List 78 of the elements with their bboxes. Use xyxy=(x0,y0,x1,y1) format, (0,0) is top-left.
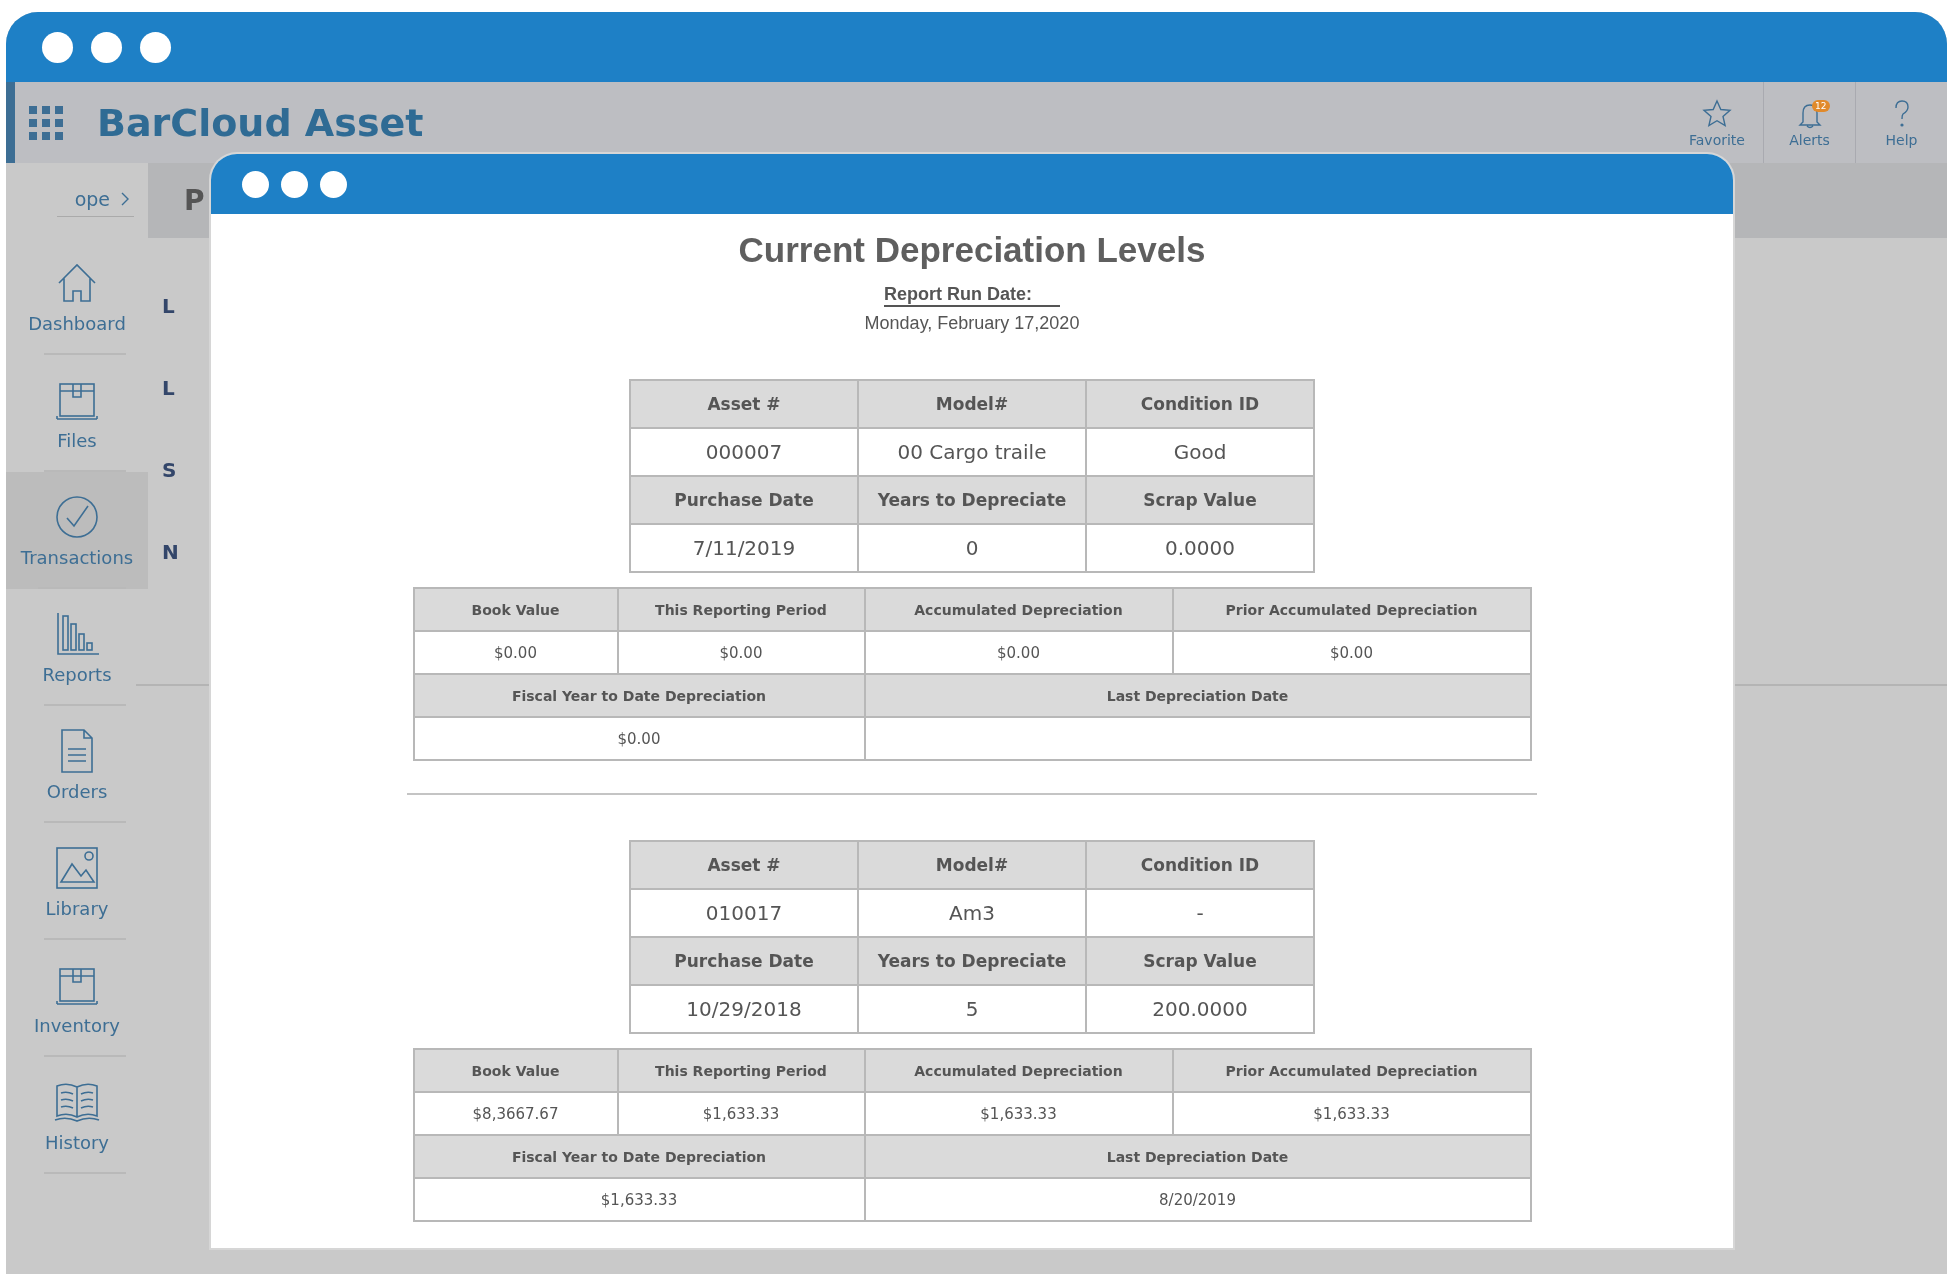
app-title: BarCloud Asset xyxy=(97,100,424,145)
table-cell: $1,633.33 xyxy=(414,1179,864,1220)
column-header: Book Value xyxy=(414,589,617,630)
column-header: Years to Depreciate xyxy=(859,938,1085,984)
table-cell: 7/11/2019 xyxy=(631,525,857,571)
table-cell: $0.00 xyxy=(1173,632,1530,673)
table-cell: 8/20/2019 xyxy=(865,1179,1530,1220)
field-label: L xyxy=(162,376,175,400)
column-header: Purchase Date xyxy=(631,938,857,984)
column-header: Years to Depreciate xyxy=(859,477,1085,523)
picture-icon xyxy=(53,844,101,892)
column-header: Fiscal Year to Date Depreciation xyxy=(414,1136,864,1177)
page-heading: P xyxy=(184,184,205,217)
table-cell: 5 xyxy=(859,986,1085,1032)
table-cell: $8,3667.67 xyxy=(414,1093,617,1134)
column-header: Book Value xyxy=(414,1050,617,1091)
table-cell: $1,633.33 xyxy=(618,1093,864,1134)
star-icon xyxy=(1701,97,1733,130)
sidebar-item[interactable]: Library xyxy=(6,823,148,940)
field-label: L xyxy=(162,294,175,318)
table-cell: 10/29/2018 xyxy=(631,986,857,1032)
column-header: Last Depreciation Date xyxy=(865,675,1530,716)
column-header: Scrap Value xyxy=(1087,477,1313,523)
column-header: Prior Accumulated Depreciation xyxy=(1173,589,1530,630)
breadcrumb-link[interactable]: ope xyxy=(56,184,134,217)
sidebar-item[interactable]: Transactions xyxy=(6,472,148,589)
table-cell: $1,633.33 xyxy=(1173,1093,1530,1134)
column-header: Asset # xyxy=(631,381,857,427)
column-header: Purchase Date xyxy=(631,477,857,523)
window-control[interactable] xyxy=(320,170,347,198)
field-label: S xyxy=(162,458,177,482)
table-cell: $0.00 xyxy=(865,632,1172,673)
chevron-right-icon xyxy=(120,192,130,206)
sidebar-item[interactable]: Dashboard xyxy=(6,238,148,355)
table-cell: 0.0000 xyxy=(1087,525,1313,571)
alert-count-badge: 12 xyxy=(1812,99,1830,112)
column-header: Last Depreciation Date xyxy=(865,1136,1530,1177)
column-header: Model# xyxy=(859,842,1085,888)
table-cell: $0.00 xyxy=(414,632,617,673)
column-header: Condition ID xyxy=(1087,842,1313,888)
table-cell: Good xyxy=(1087,429,1313,475)
table-cell: Am3 xyxy=(859,890,1085,936)
table-cell: 010017 xyxy=(631,890,857,936)
report-title: Current Depreciation Levels xyxy=(738,230,1206,270)
sidebar-item[interactable]: Orders xyxy=(6,706,148,823)
column-header: Fiscal Year to Date Depreciation xyxy=(414,675,864,716)
run-date: Monday, February 17,2020 xyxy=(864,313,1080,334)
window-control[interactable] xyxy=(281,170,308,198)
table-cell: $1,633.33 xyxy=(865,1093,1172,1134)
window-control[interactable] xyxy=(42,31,73,63)
sidebar-item[interactable]: Files xyxy=(6,355,148,472)
column-header: Accumulated Depreciation xyxy=(865,589,1172,630)
column-header: Condition ID xyxy=(1087,381,1313,427)
column-header: Scrap Value xyxy=(1087,938,1313,984)
column-header: Prior Accumulated Depreciation xyxy=(1173,1050,1530,1091)
check-circle-icon xyxy=(53,493,101,541)
column-header: Asset # xyxy=(631,842,857,888)
window-control[interactable] xyxy=(140,31,171,63)
table-cell: $0.00 xyxy=(618,632,864,673)
table-cell: 200.0000 xyxy=(1087,986,1313,1032)
column-header: This Reporting Period xyxy=(618,589,864,630)
run-date-label: Report Run Date: xyxy=(884,284,1060,307)
table-cell: - xyxy=(1087,890,1313,936)
column-header: Model# xyxy=(859,381,1085,427)
app-grid-icon[interactable] xyxy=(29,105,63,140)
sidebar-item[interactable]: History xyxy=(6,1057,148,1174)
table-cell: 00 Cargo traile xyxy=(859,429,1085,475)
field-label: N xyxy=(162,540,179,564)
table-cell: 000007 xyxy=(631,429,857,475)
sidebar-item[interactable]: Reports xyxy=(6,589,148,706)
header-action-button[interactable]: Favorite xyxy=(1671,82,1763,163)
window-control[interactable] xyxy=(242,170,269,198)
sidebar-item[interactable]: Inventory xyxy=(6,940,148,1057)
column-header: This Reporting Period xyxy=(618,1050,864,1091)
table-cell: 0 xyxy=(859,525,1085,571)
column-header: Accumulated Depreciation xyxy=(865,1050,1172,1091)
table-cell: $0.00 xyxy=(414,718,864,759)
window-control[interactable] xyxy=(91,31,122,63)
